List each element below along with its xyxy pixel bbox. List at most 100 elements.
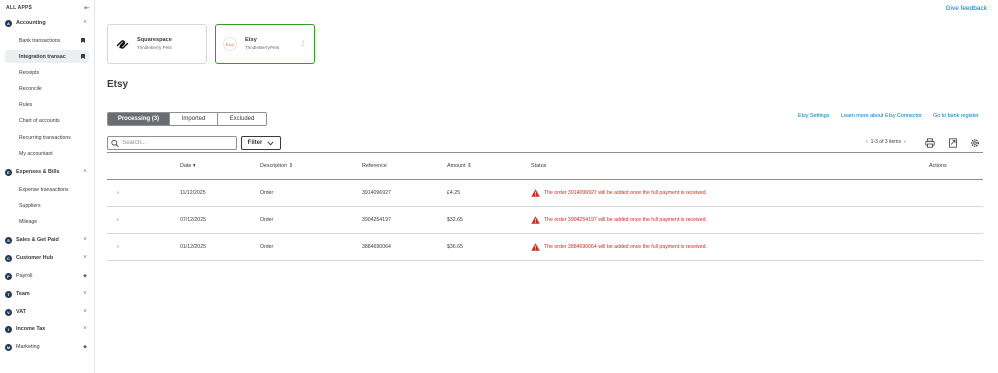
expand-row-icon[interactable]: › bbox=[117, 190, 119, 196]
sidebar-item-chart-of-accounts[interactable]: Chart of accounts bbox=[5, 114, 89, 127]
column-amount-label: Amount bbox=[447, 163, 466, 169]
etsy-logo-text: Etsy bbox=[225, 41, 235, 47]
sidebar-item-receipts[interactable]: Receipts bbox=[5, 66, 89, 79]
sidebar-item-label: Reconcile bbox=[19, 85, 42, 92]
payroll-icon: P bbox=[5, 272, 12, 280]
column-amount[interactable]: Amount ⇕ bbox=[447, 163, 472, 169]
marketing-icon: M bbox=[5, 343, 12, 351]
sidebar-item-label: My accountant bbox=[19, 150, 53, 157]
sort-icon: ⇕ bbox=[288, 163, 293, 169]
expand-row-icon[interactable]: › bbox=[117, 244, 119, 250]
filter-label: Filter bbox=[247, 140, 263, 146]
sidebar-item-suppliers[interactable]: Suppliers bbox=[5, 199, 89, 212]
more-options-icon[interactable]: ⋮ bbox=[300, 40, 306, 47]
tab-processing[interactable]: Processing (3) bbox=[108, 113, 170, 125]
sort-desc-icon: ▾ bbox=[192, 163, 196, 169]
sidebar-header: ALL APPS ⇤ bbox=[6, 5, 90, 13]
diamond-icon: ◆ bbox=[83, 344, 87, 350]
sidebar-item-recurring-transactions[interactable]: Recurring transactions bbox=[5, 131, 89, 144]
connector-card-squarespace[interactable]: Squarespace Trindleberry Pets bbox=[107, 24, 207, 64]
pagination: ‹ 1-3 of 3 items › bbox=[866, 139, 906, 145]
nav-label: Team bbox=[16, 291, 30, 297]
cell-status: The order 3884690064 will be added once … bbox=[531, 243, 707, 251]
print-icon[interactable] bbox=[925, 138, 935, 148]
table-row[interactable]: › 01/12/2025 Order 3884690064 $36.65 The… bbox=[107, 234, 983, 261]
bookmark-icon[interactable] bbox=[81, 54, 85, 59]
table-row[interactable]: › 07/12/2025 Order 3904254197 $32.65 The… bbox=[107, 207, 983, 234]
pagination-text: 1-3 of 3 items bbox=[870, 139, 901, 145]
sidebar-item-integration-transactions[interactable]: Integration transac bbox=[5, 50, 89, 63]
team-icon: T bbox=[5, 290, 12, 298]
export-icon[interactable] bbox=[948, 138, 958, 148]
prev-page-icon[interactable]: ‹ bbox=[866, 139, 868, 145]
nav-label: Marketing bbox=[16, 344, 40, 350]
sidebar-item-label: Bank transactions bbox=[19, 37, 61, 44]
expand-row-icon[interactable]: › bbox=[117, 217, 119, 223]
go-to-bank-register-link[interactable]: Go to bank register bbox=[933, 113, 979, 119]
page-title: Etsy bbox=[107, 79, 129, 90]
nav-vat[interactable]: V VAT ˅ bbox=[5, 306, 89, 318]
nav-label: VAT bbox=[16, 309, 26, 315]
sidebar-item-mileage[interactable]: Mileage bbox=[5, 215, 89, 228]
cell-reference: 3884690064 bbox=[362, 244, 391, 250]
cell-description: Order bbox=[260, 190, 274, 196]
chevron-up-icon: ˄ bbox=[83, 20, 87, 26]
column-description[interactable]: Description ⇕ bbox=[260, 163, 293, 169]
sidebar-item-label: Expense transactions bbox=[19, 186, 69, 193]
nav-label: Payroll bbox=[16, 273, 33, 279]
sort-icon: ⇕ bbox=[467, 163, 472, 169]
nav-customer-hub[interactable]: C Customer Hub ˅ bbox=[5, 252, 89, 264]
sidebar-item-label: Rules bbox=[19, 101, 33, 108]
sidebar-item-rules[interactable]: Rules bbox=[5, 98, 89, 111]
warning-icon bbox=[531, 243, 540, 251]
learn-more-link[interactable]: Learn more about Etsy Connector bbox=[841, 113, 922, 119]
search-box bbox=[107, 136, 237, 150]
sidebar-item-bank-transactions[interactable]: Bank transactions bbox=[5, 34, 89, 47]
tab-excluded[interactable]: Excluded bbox=[218, 113, 266, 125]
chevron-down-icon: ˅ bbox=[83, 309, 87, 315]
table-row[interactable]: › 11/12/2025 Order 3914096927 £4.25 The … bbox=[107, 180, 983, 207]
bookmark-icon[interactable] bbox=[81, 38, 85, 43]
settings-gear-icon[interactable] bbox=[970, 138, 980, 148]
nav-accounting[interactable]: A Accounting ˄ bbox=[5, 17, 89, 29]
column-status: Status bbox=[531, 163, 547, 169]
nav-marketing[interactable]: M Marketing ◆ bbox=[5, 341, 89, 353]
nav-label: Sales & Get Paid bbox=[16, 237, 59, 243]
cell-amount: $36.65 bbox=[447, 244, 463, 250]
all-apps-label: ALL APPS bbox=[6, 5, 33, 11]
chevron-up-icon: ˄ bbox=[83, 169, 87, 175]
warning-icon bbox=[531, 189, 540, 197]
sidebar-item-expense-transactions[interactable]: Expense transactions bbox=[5, 183, 89, 196]
nav-label: Customer Hub bbox=[16, 255, 54, 261]
sidebar-item-label: Recurring transactions bbox=[19, 134, 71, 141]
collapse-sidebar-icon[interactable]: ⇤ bbox=[84, 4, 90, 12]
sidebar-item-reconcile[interactable]: Reconcile bbox=[5, 82, 89, 95]
nav-income-tax[interactable]: I Income Tax ˅ bbox=[5, 323, 89, 335]
chevron-down-icon: ˅ bbox=[83, 255, 87, 261]
cell-date: 11/12/2025 bbox=[180, 190, 206, 196]
nav-sales-get-paid[interactable]: S Sales & Get Paid ˅ bbox=[5, 234, 89, 246]
search-input[interactable] bbox=[122, 140, 236, 146]
column-date[interactable]: Date ▾ bbox=[180, 163, 196, 169]
cell-status: The order 3904254197 will be added once … bbox=[531, 216, 707, 224]
connector-store: Trindleberry Pets bbox=[137, 45, 172, 50]
cell-date: 01/12/2025 bbox=[180, 244, 206, 250]
expenses-icon: E bbox=[5, 168, 12, 176]
sidebar-item-label: Chart of accounts bbox=[19, 117, 60, 124]
sidebar-item-label: Integration transac bbox=[19, 53, 66, 60]
connector-card-etsy[interactable]: Etsy Etsy TrindleBerryPets ⋮ bbox=[215, 24, 315, 64]
nav-payroll[interactable]: P Payroll ◆ bbox=[5, 270, 89, 282]
income-tax-icon: I bbox=[5, 325, 12, 333]
give-feedback-link[interactable]: Give feedback bbox=[945, 5, 987, 12]
next-page-icon[interactable]: › bbox=[904, 139, 906, 145]
etsy-settings-link[interactable]: Etsy Settings bbox=[798, 113, 829, 119]
nav-team[interactable]: T Team ˅ bbox=[5, 288, 89, 300]
search-icon bbox=[111, 139, 119, 147]
sidebar-item-label: Receipts bbox=[19, 69, 40, 76]
nav-expenses-bills[interactable]: E Expenses & Bills ˄ bbox=[5, 166, 89, 178]
sidebar-item-label: Mileage bbox=[19, 218, 38, 225]
tab-imported[interactable]: Imported bbox=[170, 113, 218, 125]
sidebar-item-my-accountant[interactable]: My accountant bbox=[5, 147, 89, 160]
filter-button[interactable]: Filter bbox=[241, 136, 281, 150]
status-message: The order 3904254197 will be added once … bbox=[544, 217, 707, 223]
